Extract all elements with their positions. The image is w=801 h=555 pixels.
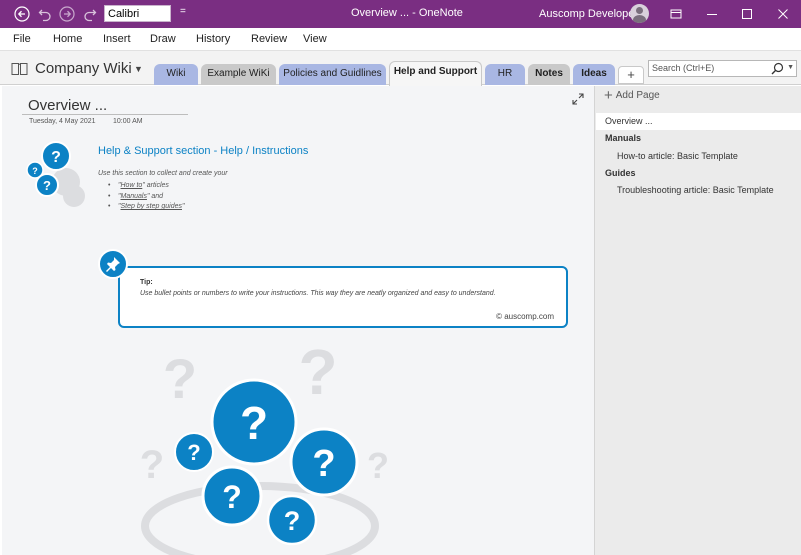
menu-insert[interactable]: Insert [103, 33, 131, 45]
tab-wiki[interactable]: Wiki [154, 64, 198, 85]
question-mark-glyph: ? [240, 397, 268, 449]
page-list-panel: + Add Page Overview ... Manuals How-to ar… [594, 86, 801, 555]
tab-hr[interactable]: HR [485, 64, 525, 85]
redo-icon[interactable] [81, 5, 99, 23]
minimize-icon[interactable] [694, 0, 730, 28]
tip-text[interactable]: Use bullet points or numbers to write yo… [140, 290, 496, 297]
maximize-icon[interactable] [729, 0, 765, 28]
copyright-text: © auscomp.com [496, 312, 554, 321]
question-mark-glyph: ? [51, 149, 61, 166]
question-mark-glyph: ? [163, 347, 197, 410]
step-by-step-guides-link[interactable]: Step by step guides [121, 203, 183, 210]
tip-label: Tip: [140, 279, 153, 286]
menu-file[interactable]: File [13, 33, 31, 45]
search-scope-dropdown-icon[interactable]: ▼ [787, 64, 794, 71]
font-name-input[interactable]: Calibri [104, 5, 171, 22]
page-item-overview[interactable]: Overview ... [596, 113, 801, 130]
page-item-manuals[interactable]: Manuals [605, 133, 641, 143]
question-mark-glyph: ? [187, 440, 200, 465]
question-mark-glyph: ? [312, 443, 335, 485]
search-icon[interactable] [771, 62, 784, 75]
pin-icon [98, 249, 128, 279]
help-large-illustration: ? ? ? ? ? ? ? ? ? [140, 336, 389, 555]
tab-help-and-support[interactable]: Help and Support [389, 61, 482, 86]
full-screen-icon[interactable] [658, 0, 694, 28]
question-mark-glyph: ? [32, 166, 38, 176]
menu-draw[interactable]: Draw [150, 33, 176, 45]
user-name[interactable]: Auscomp Developer [539, 8, 638, 20]
add-page-button[interactable]: + Add Page [604, 87, 660, 104]
question-mark-glyph: ? [298, 336, 337, 408]
intro-text[interactable]: Use this section to collect and create y… [98, 170, 228, 177]
menu-history[interactable]: History [196, 33, 230, 45]
search-input[interactable]: Search (Ctrl+E) ▼ [648, 60, 797, 77]
question-mark-glyph: ? [43, 178, 51, 193]
page-item-how-to-article[interactable]: How-to article: Basic Template [617, 151, 738, 161]
tab-policies-and-guidlines[interactable]: Policies and Guidlines [279, 64, 386, 85]
question-mark-glyph: ? [284, 506, 301, 536]
tip-box[interactable]: Tip: Use bullet points or numbers to wri… [118, 266, 568, 328]
title-bar: Calibri = Overview ... - OneNote Auscomp… [0, 0, 801, 28]
chevron-down-icon[interactable]: ▼ [134, 64, 143, 74]
page-item-guides[interactable]: Guides [605, 168, 636, 178]
quick-access-more-icon[interactable]: = [180, 6, 186, 17]
bullet-list: "How to" articles "Manuals" and "Step by… [108, 181, 185, 213]
menu-review[interactable]: Review [251, 33, 287, 45]
section-heading[interactable]: Help & Support section - Help / Instruct… [98, 145, 308, 157]
list-item[interactable]: "How to" articles [108, 181, 185, 192]
page-canvas[interactable]: Overview ... Tuesday, 4 May 2021 10:00 A… [2, 86, 594, 555]
notebook-icon[interactable] [11, 61, 28, 76]
add-section-button[interactable]: + [618, 66, 644, 84]
help-small-icon: ? ? ? [26, 141, 85, 207]
menu-view[interactable]: View [303, 33, 327, 45]
plus-icon: + [604, 87, 613, 104]
list-item[interactable]: "Step by step guides" [108, 202, 185, 213]
undo-icon[interactable] [36, 5, 54, 23]
tab-ideas[interactable]: Ideas [573, 64, 615, 85]
list-item[interactable]: "Manuals" and [108, 192, 185, 203]
question-mark-glyph: ? [222, 479, 242, 515]
notebook-name[interactable]: Company Wiki [35, 60, 132, 77]
close-icon[interactable] [765, 0, 801, 28]
ribbon-menu: File Home Insert Draw History Review Vie… [0, 28, 801, 51]
page-item-troubleshooting-article[interactable]: Troubleshooting article: Basic Template [617, 185, 774, 195]
search-placeholder: Search (Ctrl+E) [652, 63, 715, 73]
window-title: Overview ... - OneNote [351, 7, 463, 19]
how-to-link[interactable]: How to [121, 182, 143, 189]
avatar[interactable] [630, 4, 649, 23]
question-mark-glyph: ? [140, 443, 164, 487]
tab-notes[interactable]: Notes [528, 64, 570, 85]
forward-icon[interactable] [58, 5, 76, 23]
back-icon[interactable] [13, 5, 31, 23]
add-page-label: Add Page [615, 90, 660, 101]
tab-example-wiki[interactable]: Example WiKi [201, 64, 276, 85]
notebook-bar: Company Wiki ▼ Wiki Example WiKi Policie… [0, 51, 801, 86]
menu-home[interactable]: Home [53, 33, 82, 45]
manuals-link[interactable]: Manuals [121, 193, 147, 200]
question-mark-glyph: ? [367, 445, 389, 486]
